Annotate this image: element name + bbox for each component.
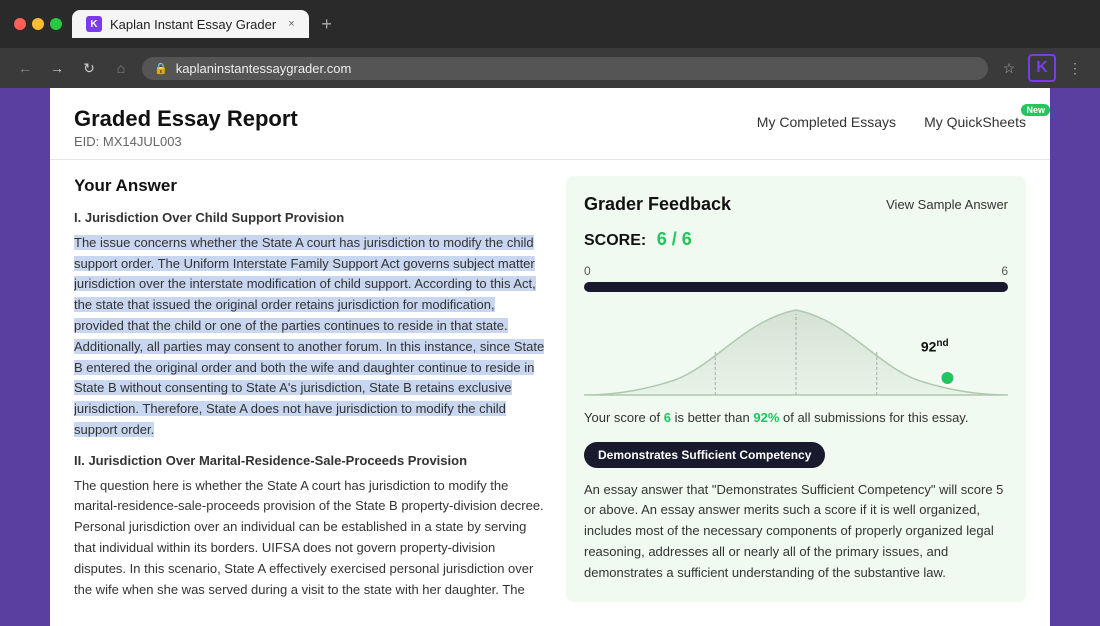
right-panel: Grader Feedback View Sample Answer SCORE… <box>566 176 1026 602</box>
score-max-label: 6 <box>1001 264 1008 278</box>
kaplan-extension-icon[interactable]: K <box>1028 54 1056 82</box>
score-value: 6 / 6 <box>657 229 692 249</box>
grader-header: Grader Feedback View Sample Answer <box>584 194 1008 215</box>
highlighted-text: The issue concerns whether the State A c… <box>74 235 544 437</box>
header-left: Graded Essay Report EID: MX14JUL003 <box>74 106 298 149</box>
browser-toolbar: ← → ↻ ⌂ 🔒 kaplaninstantessaygrader.com ☆… <box>0 48 1100 88</box>
bell-curve-container: 92nd <box>584 300 1008 400</box>
your-answer-title: Your Answer <box>74 176 546 196</box>
tab-title: Kaplan Instant Essay Grader <box>110 17 276 32</box>
main-content: Your Answer I. Jurisdiction Over Child S… <box>50 160 1050 618</box>
essay-text: I. Jurisdiction Over Child Support Provi… <box>74 208 546 602</box>
active-tab[interactable]: K Kaplan Instant Essay Grader × <box>72 10 309 38</box>
forward-button[interactable]: → <box>46 57 68 79</box>
score-description: Your score of 6 is better than 92% of al… <box>584 408 1008 428</box>
competency-badge: Demonstrates Sufficient Competency <box>584 442 825 468</box>
page-title: Graded Essay Report <box>74 106 298 132</box>
star-icon[interactable]: ☆ <box>998 57 1020 79</box>
page-header: Graded Essay Report EID: MX14JUL003 My C… <box>50 88 1050 160</box>
header-nav: My Completed Essays My QuickSheets New <box>757 114 1026 130</box>
reload-button[interactable]: ↻ <box>78 57 100 79</box>
percentile-label: 92nd <box>921 338 949 355</box>
minimize-button[interactable] <box>32 18 44 30</box>
grader-title: Grader Feedback <box>584 194 731 215</box>
view-sample-link[interactable]: View Sample Answer <box>886 197 1008 212</box>
score-bar-labels: 0 6 <box>584 264 1008 278</box>
lock-icon: 🔒 <box>154 62 168 75</box>
page-content: Graded Essay Report EID: MX14JUL003 My C… <box>50 88 1050 626</box>
traffic-lights <box>14 18 62 30</box>
menu-icon[interactable]: ⋮ <box>1064 57 1086 79</box>
fullscreen-button[interactable] <box>50 18 62 30</box>
my-quicksheets-link[interactable]: My QuickSheets New <box>924 114 1026 130</box>
score-bar <box>584 282 1008 292</box>
close-button[interactable] <box>14 18 26 30</box>
back-button[interactable]: ← <box>14 57 36 79</box>
new-badge: New <box>1021 104 1050 116</box>
score-label: SCORE: <box>584 232 646 249</box>
percentile-marker: 92nd <box>921 338 949 355</box>
section1-heading: I. Jurisdiction Over Child Support Provi… <box>74 208 546 229</box>
left-panel: Your Answer I. Jurisdiction Over Child S… <box>74 176 546 602</box>
toolbar-right: ☆ K ⋮ <box>998 54 1086 82</box>
section2-heading: II. Jurisdiction Over Marital-Residence-… <box>74 451 546 472</box>
my-completed-essays-link[interactable]: My Completed Essays <box>757 114 896 130</box>
eid-text: EID: MX14JUL003 <box>74 134 298 149</box>
address-bar[interactable]: 🔒 kaplaninstantessaygrader.com <box>142 57 988 80</box>
score-min-label: 0 <box>584 264 591 278</box>
essay-paragraph-1: The issue concerns whether the State A c… <box>74 233 546 441</box>
essay-paragraph-2: The question here is whether the State A… <box>74 476 546 602</box>
address-text: kaplaninstantessaygrader.com <box>176 61 352 76</box>
competency-text: An essay answer that "Demonstrates Suffi… <box>584 480 1008 584</box>
tab-bar: K Kaplan Instant Essay Grader × + <box>72 10 1086 38</box>
kaplan-favicon: K <box>86 16 102 32</box>
score-bar-container: 0 6 <box>584 264 1008 292</box>
new-tab-button[interactable]: + <box>315 12 339 36</box>
home-button[interactable]: ⌂ <box>110 57 132 79</box>
score-section: SCORE: 6 / 6 <box>584 229 1008 250</box>
tab-close-button[interactable]: × <box>288 18 294 30</box>
